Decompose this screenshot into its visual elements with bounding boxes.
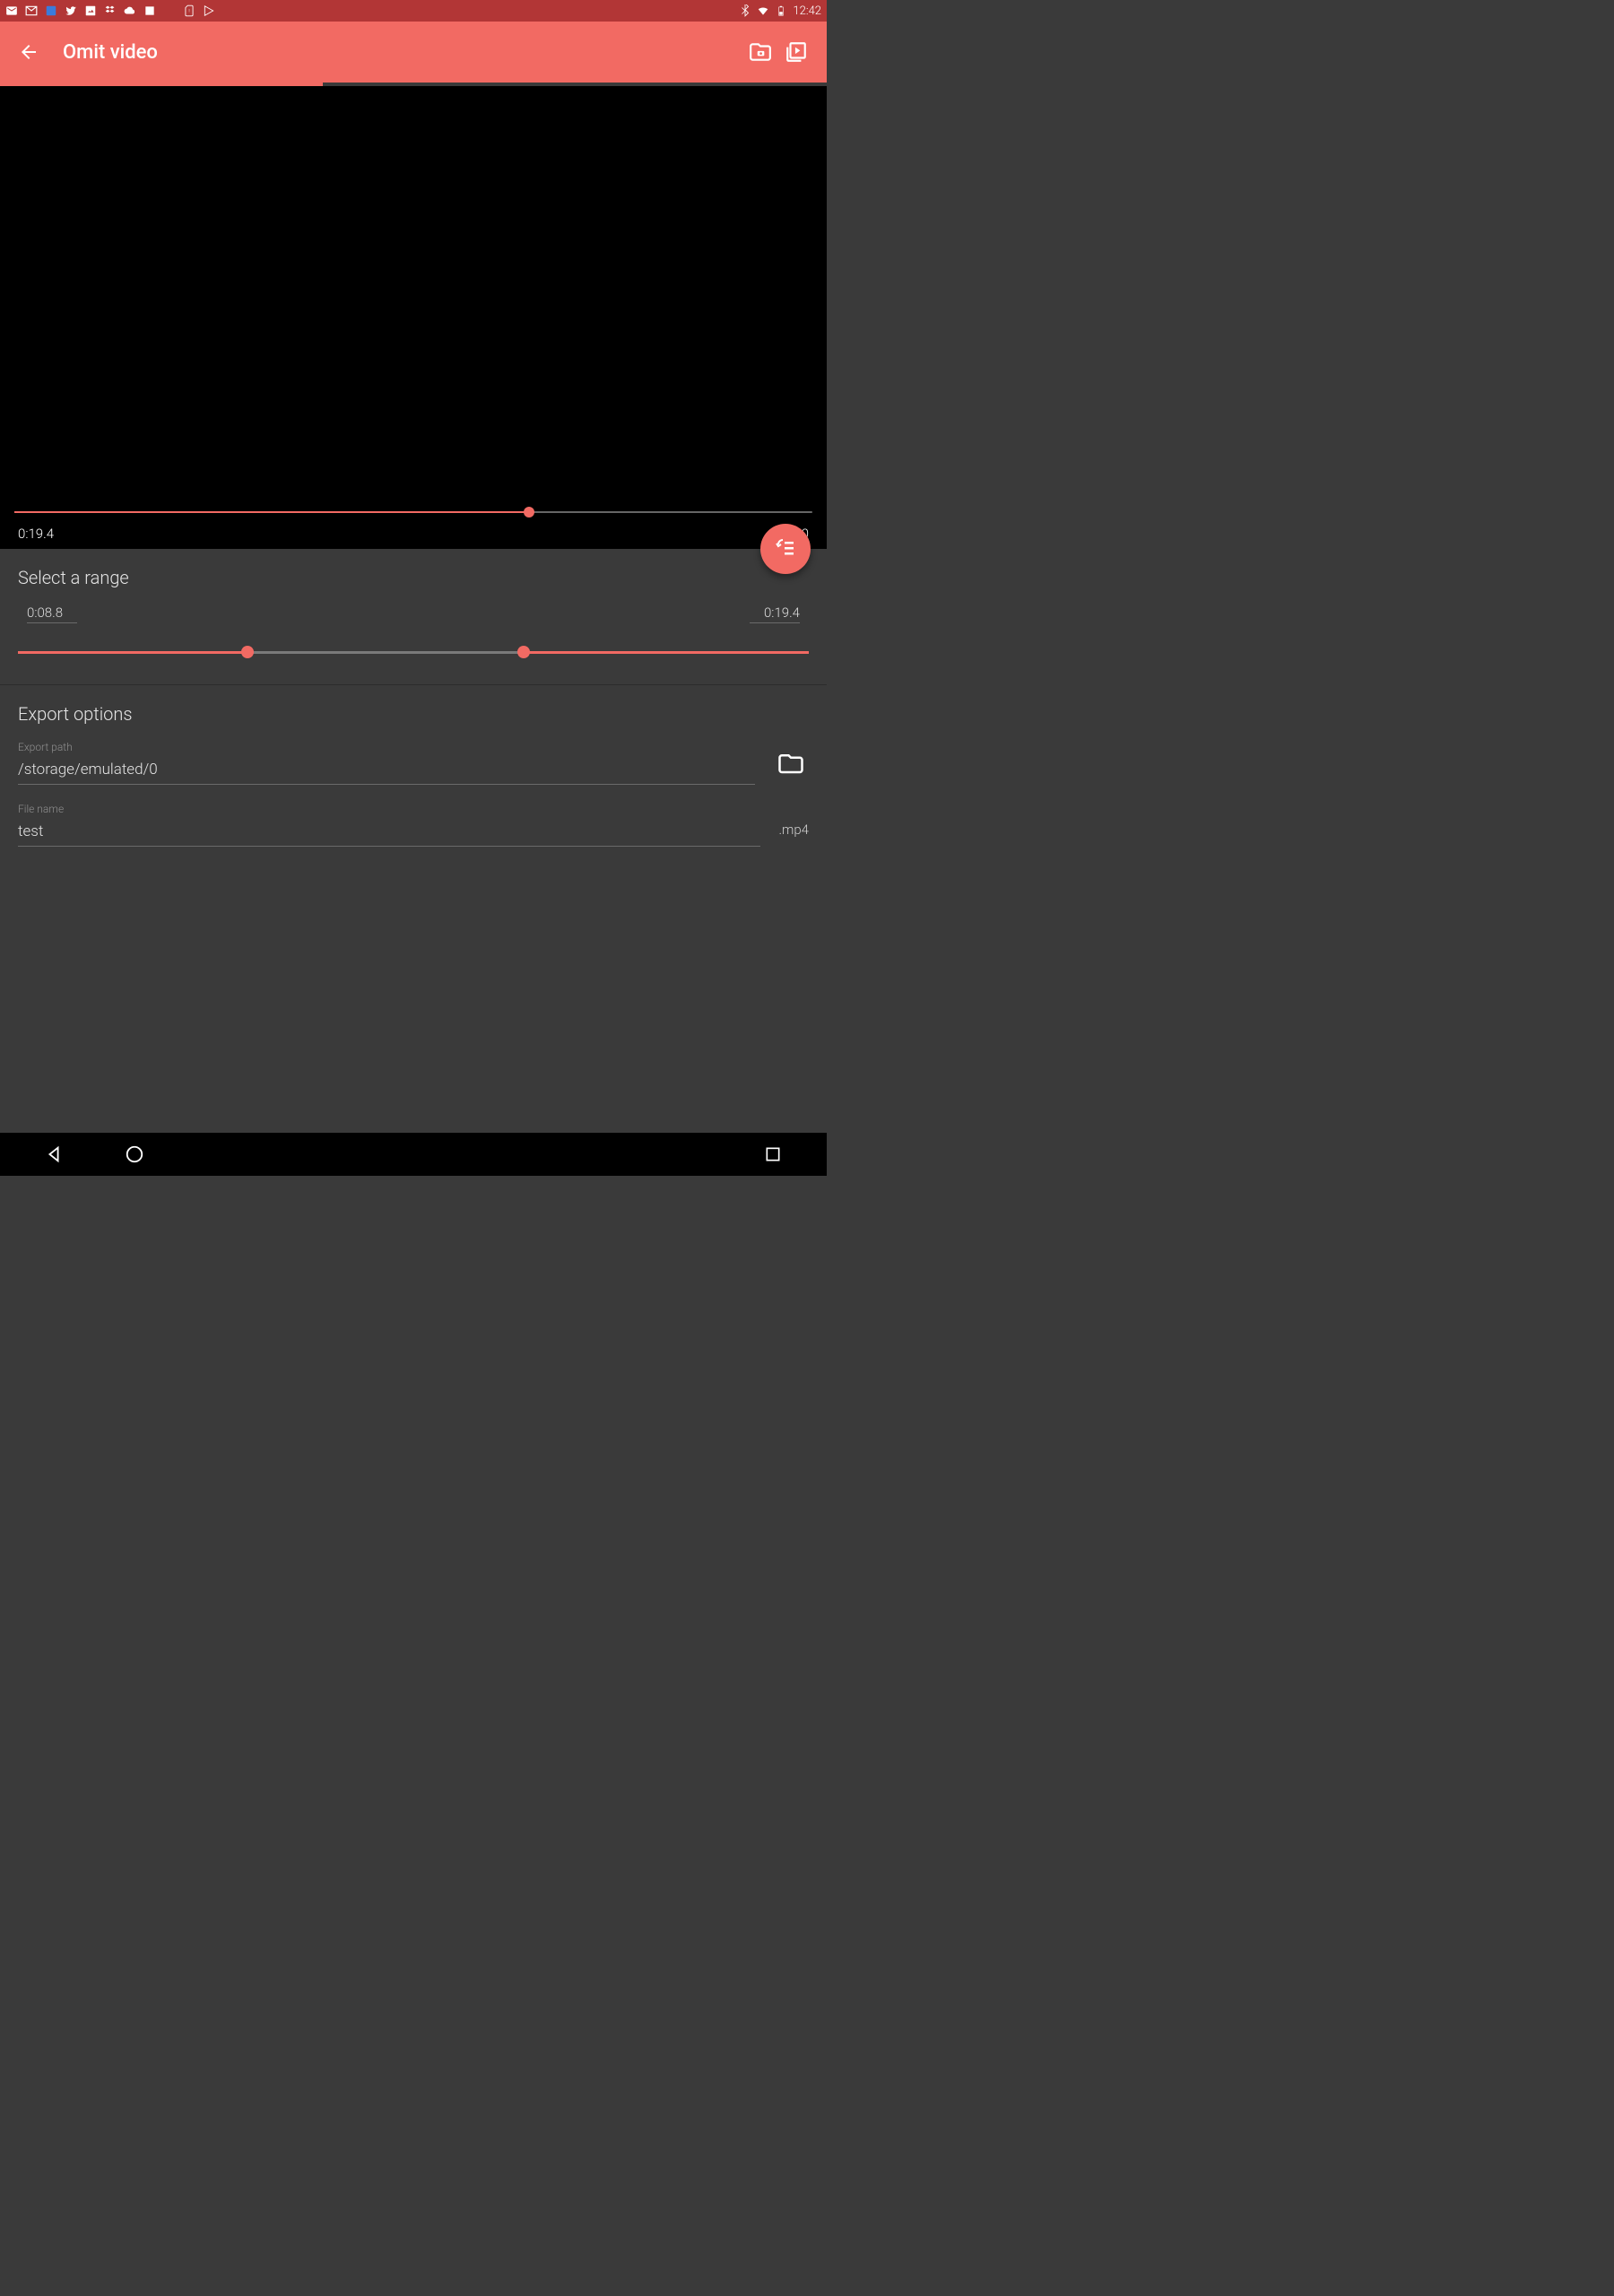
- range-thumb-end[interactable]: [517, 646, 530, 658]
- photos-icon: [84, 4, 97, 17]
- mail-icon: [25, 4, 38, 17]
- bluetooth-icon: [739, 4, 751, 17]
- export-path-input[interactable]: [18, 757, 755, 785]
- range-thumb-start[interactable]: [241, 646, 254, 658]
- twitter-icon: [65, 4, 77, 17]
- sim-icon: !: [183, 4, 195, 17]
- square-icon: [143, 4, 156, 17]
- range-title: Select a range: [18, 567, 809, 588]
- play-icon: [203, 4, 215, 17]
- gmail-icon: [5, 4, 18, 17]
- navigation-bar: [0, 1133, 827, 1176]
- range-end-input[interactable]: [750, 604, 800, 623]
- filename-label: File name: [18, 803, 760, 815]
- export-title: Export options: [18, 703, 809, 725]
- camera-folder-button[interactable]: [742, 34, 778, 70]
- back-button[interactable]: [13, 36, 45, 68]
- range-slider[interactable]: [18, 643, 809, 661]
- app-bar: Omit video: [0, 22, 827, 83]
- browse-folder-button[interactable]: [773, 745, 809, 781]
- video-preview[interactable]: 0:19.4 0:30.0: [0, 86, 827, 549]
- video-progress-slider[interactable]: [14, 511, 812, 513]
- app-icon-2: [163, 4, 176, 17]
- video-library-button[interactable]: [778, 34, 814, 70]
- nav-home-button[interactable]: [117, 1136, 152, 1172]
- filename-input[interactable]: [18, 819, 760, 847]
- nav-recent-button[interactable]: [755, 1136, 791, 1172]
- page-title: Omit video: [63, 41, 158, 64]
- dropbox-icon: [104, 4, 117, 17]
- range-start-input[interactable]: [27, 604, 77, 623]
- queue-fab-button[interactable]: [760, 524, 811, 574]
- export-panel: Export options Export path File name .mp…: [0, 685, 827, 883]
- status-bar: ! 12:42: [0, 0, 827, 22]
- file-extension: .mp4: [778, 822, 809, 838]
- svg-text:!: !: [188, 9, 189, 14]
- battery-icon: [775, 4, 787, 17]
- range-panel: Select a range: [0, 549, 827, 685]
- wifi-icon: [757, 4, 769, 17]
- video-current-time: 0:19.4: [18, 526, 54, 542]
- nav-back-button[interactable]: [36, 1136, 72, 1172]
- status-clock: 12:42: [793, 4, 821, 18]
- export-path-label: Export path: [18, 741, 755, 753]
- cloud-icon: [124, 4, 136, 17]
- app-icon-1: [45, 4, 57, 17]
